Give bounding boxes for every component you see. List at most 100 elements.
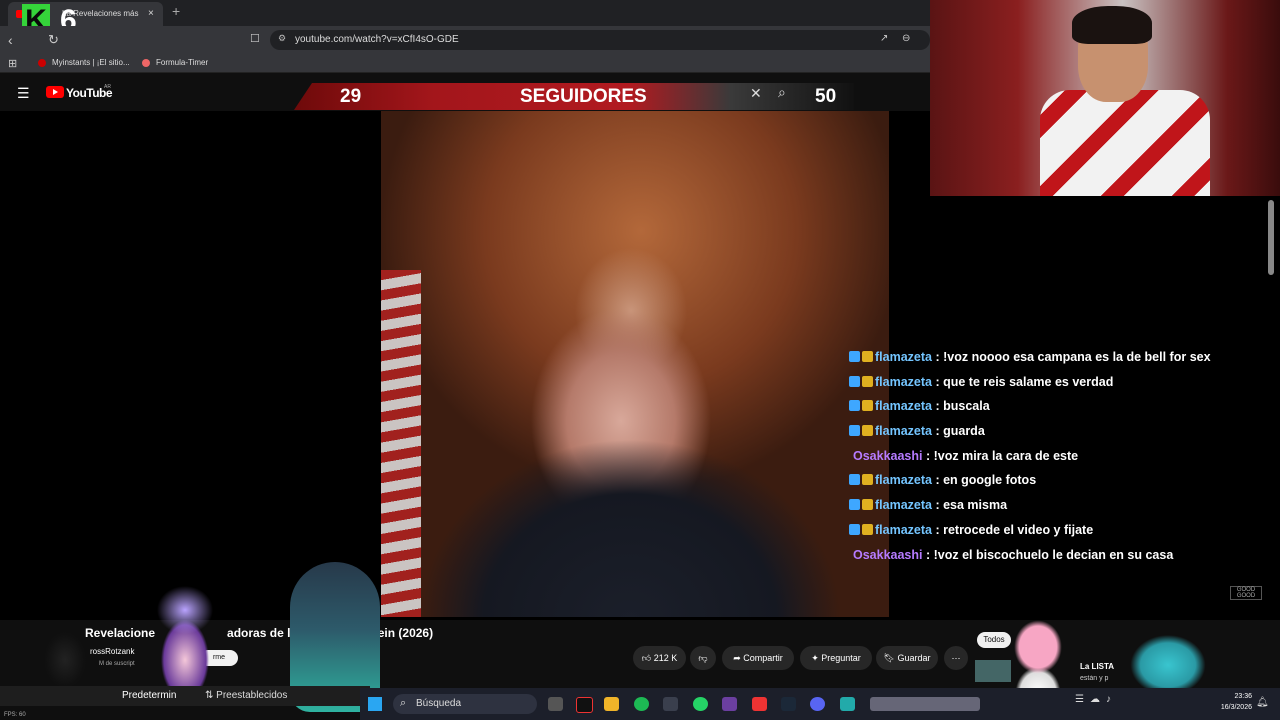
video-title-end: ein (2026) [377,626,434,640]
thumbs-down-icon: 👎︎ [698,653,708,663]
follower-goal-label: SEGUIDORES [520,86,647,107]
video-title: Revelacione adoras de lo ein (2026) [85,626,433,640]
chat-separator: : [931,498,944,513]
brave-browser-icon[interactable] [752,697,767,711]
whatsapp-icon[interactable] [693,697,708,711]
crown-badge-icon [862,400,873,412]
search-icon[interactable]: ⌕ [778,84,786,101]
video-watermark: GOOD GOOD [1230,586,1262,600]
tab-close-icon[interactable]: × [148,2,154,26]
chat-text: en google fotos [943,473,1037,488]
chat-text: !voz mira la cara de este [933,448,1079,463]
badge-icon [849,375,860,387]
chat-username: flamazeta [875,399,932,414]
crown-badge-icon [862,375,873,387]
file-explorer-icon[interactable] [604,697,619,711]
discord-icon[interactable] [810,697,825,711]
back-arrow-icon[interactable]: ‹ [8,32,13,48]
open-external-icon[interactable]: ↗ [880,33,888,44]
chat-text: buscala [943,399,990,414]
chat-separator: : [931,350,944,364]
chat-username: flamazeta [875,424,932,439]
chat-text: guarda [943,424,985,439]
follower-current-count: 29 [340,86,362,107]
badge-icon [849,400,860,412]
app-icon[interactable] [840,697,855,711]
bookmark-icon[interactable]: ☐ [250,32,260,45]
obs-scene-default[interactable]: Predetermin [122,690,176,701]
save-button[interactable]: 🔖︎ Guardar [876,646,938,670]
task-view-icon[interactable] [548,697,563,711]
taskbar-time[interactable]: 23:36 [1226,693,1252,700]
obs-presets[interactable]: ⇅ Preestablecidos [205,690,287,701]
spotify-icon[interactable] [634,697,649,711]
badge-icon [849,425,860,437]
chat-separator: : [931,399,944,414]
chat-separator: : [922,547,934,562]
crown-badge-icon [862,351,873,362]
running-apps-strip[interactable] [870,697,980,711]
bookmark-myinstants[interactable]: Myinstants | ¡El sitio... [38,58,130,67]
bookmarks-bar [0,54,930,73]
chat-username: flamazeta [875,374,932,389]
suit-in-video [420,420,840,617]
like-button[interactable]: 👍︎ 212 K [633,646,686,670]
chat-message: flamazeta : buscala [849,395,1269,420]
flag-in-video [381,270,421,617]
store-icon[interactable] [663,697,678,711]
share-icon: ➦ [733,653,744,663]
zoom-icon[interactable]: ⊖ [902,33,910,44]
chat-overlay: flamazeta : !voz noooo esa campana es la… [849,346,1269,568]
system-tray-icons[interactable]: ☰☁♪ [1075,694,1117,705]
chat-message: Osakkaashi : !voz mira la cara de este [849,445,1269,470]
taskbar-search-placeholder[interactable]: Búsqueda [416,698,461,709]
obs-presets-label: Preestablecidos [216,690,288,701]
chat-message: flamazeta : que te reis salame es verdad [849,371,1269,396]
badge-icon [849,474,860,486]
chat-text: esa misma [943,498,1008,513]
taskbar-search-box[interactable] [393,694,537,714]
chat-message: flamazeta : en google fotos [849,469,1269,494]
chat-separator: : [931,374,944,389]
webcam-person-shirt [1040,90,1210,196]
url-text[interactable]: youtube.com/watch?v=xCfI4sO-GDE [295,34,459,45]
fps-counter: FPS: 60 [4,712,26,718]
tiktok-icon[interactable] [576,697,593,713]
notification-bell-icon[interactable]: 🔔︎ [1256,697,1269,708]
new-tab-button[interactable]: + [172,3,180,19]
page-scrollbar[interactable] [1268,200,1274,275]
share-label: Compartir [743,653,783,663]
reload-icon[interactable]: ↻ [48,32,59,48]
chat-text: !voz noooo esa campana es la de bell for… [943,350,1211,364]
chat-username: flamazeta [875,522,932,537]
taskbar-date[interactable]: 16/3/2026 [1212,704,1252,711]
share-button[interactable]: ➦ Compartir [722,646,794,670]
badge-icon [849,499,860,511]
sparkle-icon: ✦ [811,653,822,663]
obs-app-icon[interactable] [722,697,737,711]
chat-username: flamazeta [875,350,932,364]
windows-start-icon[interactable] [368,697,382,711]
ask-button[interactable]: ✦ Preguntar [800,646,872,670]
ask-label: Preguntar [821,653,861,663]
steam-icon[interactable] [781,697,796,711]
hamburger-menu-icon[interactable]: ☰ [17,85,30,102]
subscriber-count: M de suscript [99,661,135,667]
youtube-country-code: AR [104,84,111,90]
bookmark-formula-timer[interactable]: Formula-Timer [142,58,208,67]
chat-username: flamazeta [875,473,932,488]
chat-username: flamazeta [875,498,932,513]
save-label: Guardar [897,653,931,663]
thumbs-up-icon: 👍︎ [641,653,654,663]
more-options-button[interactable]: ⋯ [944,646,968,670]
chat-separator: : [931,424,944,439]
close-icon[interactable]: ✕ [750,85,762,102]
obs-scene-bar [0,686,370,706]
dislike-button[interactable]: 👎︎ [690,646,716,670]
site-info-icon[interactable]: ⚙ [278,33,286,44]
crown-badge-icon [862,499,873,511]
apps-grid-icon[interactable]: ⊞ [8,57,17,70]
chat-message: flamazeta : guarda [849,420,1269,445]
webcam-person-hair [1072,6,1152,44]
youtube-logo-icon[interactable] [46,86,64,98]
